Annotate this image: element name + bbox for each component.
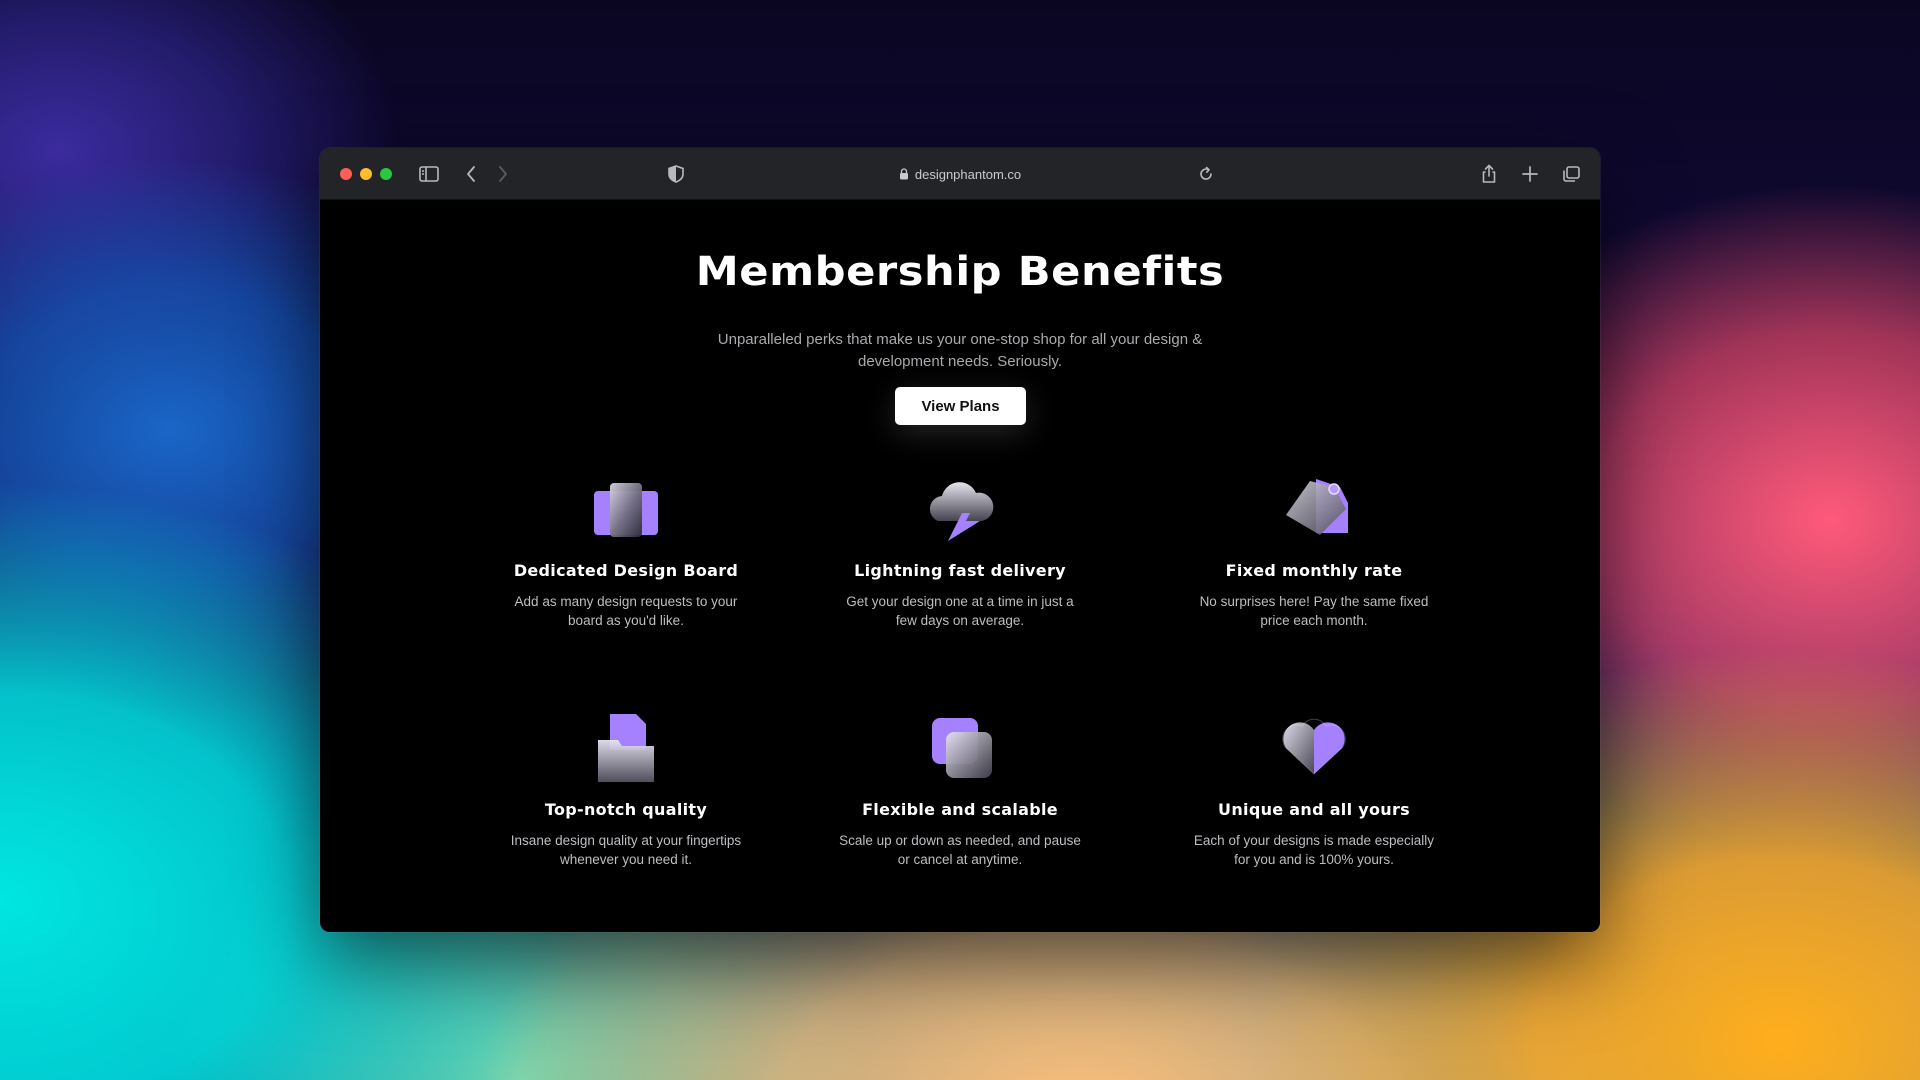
feature-title: Top-notch quality xyxy=(544,800,708,819)
feature-description: Scale up or down as needed, and pause or… xyxy=(839,833,1081,867)
feature-description: No surprises here! Pay the same fixed pr… xyxy=(1199,594,1429,628)
shield-icon[interactable] xyxy=(663,162,689,186)
zoom-window-button[interactable] xyxy=(380,168,392,180)
feature-card: Dedicated Design Board Add as many desig… xyxy=(476,469,776,630)
feature-title: Dedicated Design Board xyxy=(513,561,739,580)
minimize-window-button[interactable] xyxy=(360,168,372,180)
page-content: Membership Benefits Unparalleled perks t… xyxy=(320,201,1600,932)
layers-icon xyxy=(918,708,1002,788)
plus-icon[interactable] xyxy=(1517,162,1543,186)
design-board-icon xyxy=(584,469,668,549)
folder-icon xyxy=(584,708,668,788)
feature-card: Flexible and scalable Scale up or down a… xyxy=(810,708,1110,869)
feature-title: Flexible and scalable xyxy=(862,800,1058,819)
sidebar-icon[interactable] xyxy=(416,162,442,186)
feature-card: Unique and all yours Each of your design… xyxy=(1164,708,1464,869)
address-bar[interactable]: designphantom.co xyxy=(880,164,1040,184)
feature-card: Lightning fast delivery Get your design … xyxy=(810,469,1110,630)
page-title: Membership Benefits xyxy=(695,249,1225,295)
chevron-right-icon[interactable] xyxy=(490,162,516,186)
tabs-overview-icon[interactable] xyxy=(1558,162,1584,186)
feature-description: Add as many design requests to your boar… xyxy=(514,594,738,628)
close-window-button[interactable] xyxy=(340,168,352,180)
feature-title: Lightning fast delivery xyxy=(854,561,1066,580)
lock-icon xyxy=(899,168,909,180)
feature-card: Fixed monthly rate No surprises here! Pa… xyxy=(1164,469,1464,630)
feature-description: Get your design one at a time in just a … xyxy=(846,594,1074,628)
feature-title: Unique and all yours xyxy=(1218,800,1410,819)
chevron-left-icon[interactable] xyxy=(458,162,484,186)
reload-icon[interactable] xyxy=(1193,162,1219,186)
price-tag-icon xyxy=(1272,469,1356,549)
browser-window: designphantom.co Membership Benefits Unp… xyxy=(320,148,1600,932)
feature-description: Insane design quality at your fingertips… xyxy=(510,833,742,867)
browser-titlebar: designphantom.co xyxy=(320,148,1600,200)
feature-card: Top-notch quality Insane design quality … xyxy=(476,708,776,869)
url-text: designphantom.co xyxy=(914,166,1022,182)
feature-title: Fixed monthly rate xyxy=(1225,561,1403,580)
share-icon[interactable] xyxy=(1476,162,1502,186)
view-plans-button[interactable]: View Plans xyxy=(895,387,1026,425)
heart-icon xyxy=(1272,708,1356,788)
page-subtitle: Unparalleled perks that make us your one… xyxy=(717,331,1203,370)
feature-description: Each of your designs is made especially … xyxy=(1193,833,1435,867)
cloud-lightning-icon xyxy=(918,469,1002,549)
